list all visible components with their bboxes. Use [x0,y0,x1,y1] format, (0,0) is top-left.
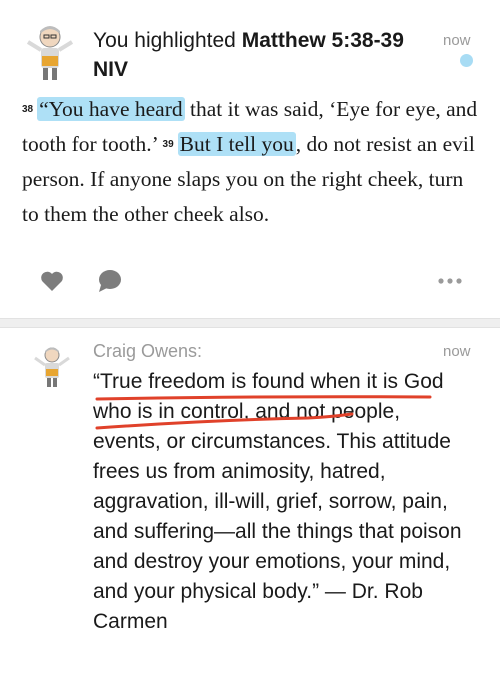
section-divider [0,318,500,328]
more-ellipsis-icon[interactable] [438,278,462,284]
highlighted-text: “You have heard [37,97,185,121]
verse-text[interactable]: 38 “You have heard that it was said, ‘Eye… [22,92,484,232]
highlight-post-card[interactable]: You highlighted Matthew 5:38-39 NIV now … [0,0,500,318]
post-body-text: “True freedom is found when it is God wh… [93,370,462,633]
comment-bubble-icon[interactable] [97,269,122,293]
verse-number: 38 [22,104,34,115]
user-avatar[interactable] [30,345,74,389]
timestamp: now [443,32,471,49]
author-name[interactable]: Craig Owens: [93,341,202,362]
user-avatar[interactable] [20,22,80,84]
highlighted-text: But I tell you [177,132,296,156]
timestamp: now [443,343,471,360]
unread-indicator [460,54,473,67]
post-actions [0,266,500,296]
heart-icon[interactable] [40,270,64,292]
header-prefix: You highlighted [93,29,242,52]
verse-number: 39 [162,139,174,150]
post-header: You highlighted Matthew 5:38-39 NIV [93,26,413,84]
